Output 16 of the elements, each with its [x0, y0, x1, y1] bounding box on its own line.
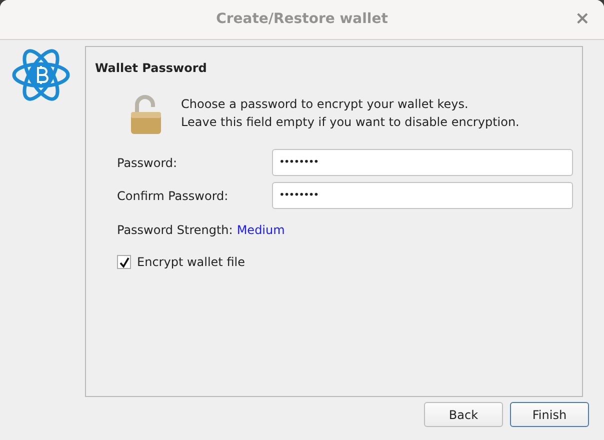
message-text: Leave this field empty if you want to disable encryption.	[181, 114, 520, 131]
message-text: Choose a password to encrypt your wallet keys.	[181, 96, 470, 113]
dialog-button[interactable]: Back	[424, 402, 503, 427]
password-field[interactable]: ••••••••	[272, 182, 573, 209]
padlock-icon	[129, 95, 163, 135]
strength-label: Password Strength:	[117, 222, 233, 239]
atom-bitcoin-logo-icon	[12, 46, 70, 104]
password-field[interactable]: ••••••••	[272, 149, 573, 176]
field-label: Password:	[117, 154, 178, 172]
window-title: Create/Restore wallet	[216, 10, 388, 29]
encrypt-checkbox[interactable]	[117, 255, 131, 269]
field-label: Confirm Password:	[117, 188, 230, 204]
checkbox-label: Encrypt wallet file	[137, 254, 245, 271]
panel-title: Wallet Password	[95, 60, 208, 77]
strength-value: Medium	[236, 222, 285, 239]
dialog-button[interactable]: Finish	[510, 402, 589, 427]
